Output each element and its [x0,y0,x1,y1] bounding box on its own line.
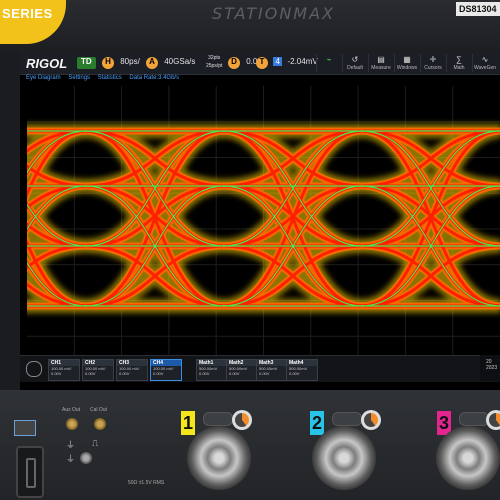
acquire-icon: A [146,57,158,69]
tool-math[interactable]: ∑ Math [446,54,471,72]
power-slot[interactable] [16,446,44,498]
tool-measure[interactable]: ▤ Measure [368,54,393,72]
tool-default[interactable]: ↺ Default [342,54,367,72]
memory-depth: 32pts 25ps/pt [206,55,223,69]
trigger-icon: T [256,57,268,69]
ground-terminal[interactable] [80,452,92,464]
bnc-spec-label: 50Ω ±1.5V RMS [128,480,165,486]
channel-1-bnc-connector[interactable] [187,426,251,490]
oscilloscope-screen: RIGOL TD H 80ps/ A 40GSa/s 32pts 25ps/pt… [20,52,500,390]
eye-tabs: Eye Diagram Settings Statistics Data Rat… [20,75,179,84]
math-1-box[interactable]: Math1 500.00mV 0.00V [196,359,228,381]
cal-out-connector[interactable] [94,418,106,430]
channel-2-label: 2 [310,411,324,435]
home-icon[interactable] [26,361,42,377]
trigger-channel: 4 [273,57,283,66]
ground-icon: ⏚ [66,454,76,464]
model-label: DS81304 [456,2,500,16]
channel-4-box[interactable]: CH4 100.00 mV/0.00V [150,359,182,381]
top-toolbar: RIGOL TD H 80ps/ A 40GSa/s 32pts 25ps/pt… [20,52,500,75]
math-3-box[interactable]: Math3 500.00mV 0.00V [256,359,288,381]
tab-eye-diagram[interactable]: Eye Diagram [26,75,61,81]
tool-wavegen[interactable]: ∿ WaveGen [472,54,497,72]
data-rate-label: Data Rate:3.4Gb/s [129,75,180,81]
channel-3-probe-sense [459,412,489,426]
clock-readout: 20 2023 [480,355,500,381]
aux-out-connector[interactable] [66,418,78,430]
usb-port-icon[interactable] [14,420,36,436]
tool-windows[interactable]: ▦ Windows [394,54,419,72]
timebase-control[interactable]: H 80ps/ [102,57,140,69]
channel-bar: CH1 100.00 mV/0.00V CH2 100.00 mV/0.00V CH… [20,355,500,382]
brand-label: STATIONMAX [212,4,336,23]
channel-1-label: 1 [181,411,195,435]
ground-icon: ⏚ [66,440,76,450]
channel-1-probe-sense [203,412,233,426]
channel-2-probe-sense [332,412,362,426]
channel-3-lock-icon [486,410,500,430]
tab-settings[interactable]: Settings [68,75,90,81]
trigger-control[interactable]: T 4 -2.04mV [256,57,318,69]
cal-out-label: Cal Out [90,407,107,413]
aux-out-label: Aux Out [62,407,81,413]
channel-3-bnc-connector[interactable] [436,426,500,490]
delay-icon: D [228,57,240,69]
tool-cursors[interactable]: ✛ Cursors [420,54,445,72]
math-4-box[interactable]: Math4 500.00mV 0.00V [286,359,318,381]
channel-1-lock-icon [232,410,252,430]
channel-2-box[interactable]: CH2 100.00 mV/0.00V [82,359,114,381]
mode-badge[interactable]: TD [77,57,96,69]
channel-2-lock-icon [361,410,381,430]
tool-run[interactable]: ⌁ [316,54,341,72]
timebase-icon: H [102,57,114,69]
square-wave-icon: ⎍ [92,438,99,448]
math-2-box[interactable]: Math2 500.00mV 0.00V [226,359,258,381]
eye-diagram-plot [27,86,500,372]
channel-3-box[interactable]: CH3 100.00 mV/0.00V [116,359,148,381]
channel-2-bnc-connector[interactable] [312,426,376,490]
tab-statistics[interactable]: Statistics [98,75,122,81]
acquire-control[interactable]: A 40GSa/s [146,57,195,69]
rigol-logo: RIGOL [26,56,68,71]
channel-1-box[interactable]: CH1 100.00 mV/0.00V [48,359,80,381]
